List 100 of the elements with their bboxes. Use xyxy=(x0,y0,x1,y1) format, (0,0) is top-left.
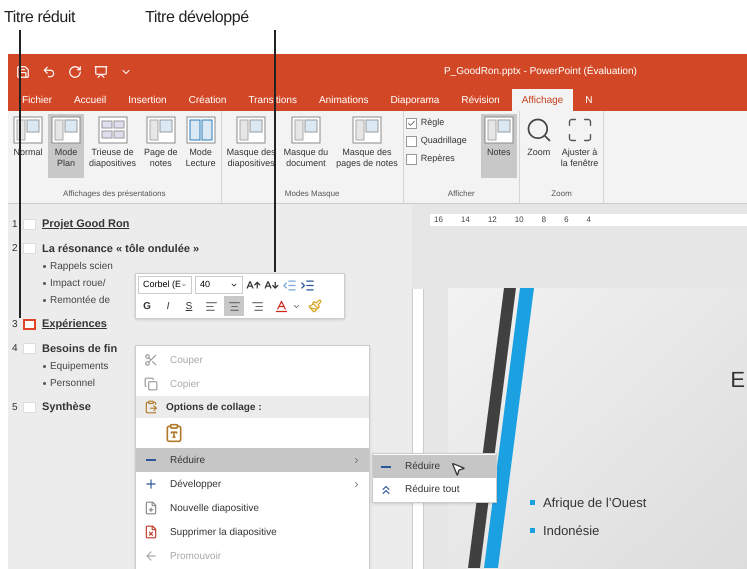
slide-number: 1 xyxy=(12,218,19,232)
slide-title[interactable]: Besoins de fin xyxy=(42,340,118,357)
ribbon-tab[interactable]: Diaporama xyxy=(380,89,450,111)
view-layout-icon xyxy=(290,116,321,144)
view-button[interactable]: Masque des pages de notes xyxy=(333,114,401,178)
ribbon-tab[interactable]: Révision xyxy=(451,89,510,111)
slide-number: 2 xyxy=(12,242,19,256)
check-icon xyxy=(406,118,416,128)
paintbrush-icon[interactable] xyxy=(308,299,322,313)
ruler-number: 16 xyxy=(434,214,443,226)
bullet-text[interactable]: Rappels scien xyxy=(50,259,113,274)
ribbon-tab[interactable]: Affichage xyxy=(512,89,574,111)
view-layout-icon xyxy=(236,116,266,144)
ruler-number: 4 xyxy=(586,214,591,226)
ribbon-tab[interactable]: Animations xyxy=(308,89,378,111)
group-label: Afficher xyxy=(446,188,476,200)
view-layout-icon xyxy=(146,116,176,144)
delete-slide-icon xyxy=(144,525,158,539)
menu-item[interactable]: Réduire xyxy=(136,448,369,472)
checkbox-option[interactable]: Quadrillage xyxy=(406,132,467,150)
slide-number: 4 xyxy=(12,342,19,356)
group-label: Zoom xyxy=(550,188,573,200)
ruler-number: 8 xyxy=(542,214,546,226)
view-layout-icon xyxy=(51,116,81,144)
bullet-text[interactable]: Equipements xyxy=(50,359,108,374)
ribbon-tab[interactable]: Création xyxy=(178,89,236,111)
minus-icon xyxy=(146,459,156,461)
slide-number: 5 xyxy=(12,400,19,415)
slide-title[interactable]: Synthèse xyxy=(42,399,91,416)
menu-item[interactable]: Supprimer la diapositive xyxy=(136,520,369,544)
undo-icon[interactable] xyxy=(42,64,56,78)
ruler-number: 12 xyxy=(488,214,497,226)
zoom-icon xyxy=(524,116,553,144)
menu-item[interactable]: Réduire xyxy=(373,455,496,478)
ribbon-tab[interactable]: Fichier xyxy=(12,89,62,111)
bullet-text[interactable]: Impact roue/ xyxy=(50,276,106,291)
align-icon xyxy=(204,300,218,312)
format-button[interactable]: I xyxy=(159,296,177,316)
view-button[interactable]: Mode Lecture xyxy=(182,114,219,178)
font-color-icon[interactable] xyxy=(274,298,289,314)
dropdown-icon xyxy=(230,281,238,289)
slide-title: E xyxy=(730,366,745,394)
bullet-text[interactable]: Personnel xyxy=(50,376,96,391)
view-layout-icon xyxy=(98,116,128,144)
ruler-number: 6 xyxy=(564,214,569,226)
callout-label: Titre réduit xyxy=(4,8,76,28)
view-button[interactable]: Notes xyxy=(480,114,517,178)
slide-title[interactable]: La résonance « tôle ondulée » xyxy=(42,240,200,257)
slide-title[interactable]: Expériences xyxy=(42,316,107,332)
increase-indent-icon[interactable] xyxy=(300,278,315,292)
view-button[interactable]: Masque du document xyxy=(280,114,332,178)
dropdown-icon xyxy=(181,281,187,289)
font-field[interactable]: Corbel (E xyxy=(138,276,192,294)
align-icon xyxy=(250,300,264,312)
mouse-cursor-icon xyxy=(450,461,466,477)
view-button[interactable]: Zoom xyxy=(522,114,556,178)
window-title: P_GoodRon.pptx - PowerPoint (Évaluation) xyxy=(444,64,637,79)
save-icon[interactable] xyxy=(16,64,30,78)
ribbon-tab[interactable]: Accueil xyxy=(64,89,116,111)
menu-header: Options de collage : xyxy=(136,396,369,418)
view-button[interactable]: Mode Plan xyxy=(48,114,84,178)
view-button[interactable]: Ajuster à la fenêtre xyxy=(558,114,602,178)
view-layout-icon xyxy=(186,116,216,144)
slide-title[interactable]: Projet Good Ron xyxy=(42,216,130,232)
checkbox-option[interactable]: Règle xyxy=(406,114,467,132)
ruler-number: 10 xyxy=(514,214,524,226)
redo-icon[interactable] xyxy=(68,64,82,78)
group-label: Affichages des présentations xyxy=(62,188,167,200)
scissors-icon xyxy=(144,353,158,367)
callout-label: Titre développé xyxy=(145,8,249,28)
format-button[interactable]: S xyxy=(180,296,198,316)
format-button[interactable]: G xyxy=(138,296,156,316)
size-field[interactable]: 40 xyxy=(195,276,243,294)
menu-item[interactable]: Développer xyxy=(136,472,369,496)
view-layout-icon xyxy=(352,116,382,144)
checkbox[interactable] xyxy=(406,118,417,128)
paste-text-only-icon[interactable] xyxy=(164,423,184,443)
slide-thumbnail[interactable] xyxy=(23,318,36,330)
menu-item[interactable]: Nouvelle diapositive xyxy=(136,496,369,520)
clipboard-icon xyxy=(144,400,158,414)
view-button[interactable]: Page de notes xyxy=(141,114,181,178)
slide-number: 3 xyxy=(12,318,19,332)
view-layout-icon xyxy=(484,116,514,144)
copy-icon xyxy=(144,377,158,391)
view-layout-icon xyxy=(13,116,43,144)
checkbox[interactable] xyxy=(406,154,417,164)
bullet-text: Indonésie xyxy=(543,522,600,540)
menu-item[interactable]: Réduire tout xyxy=(373,478,496,501)
checkbox-option[interactable]: Repères xyxy=(406,150,467,168)
new-slide-icon xyxy=(144,501,158,515)
checkbox[interactable] xyxy=(406,136,417,146)
minus-icon xyxy=(381,466,391,468)
align-icon xyxy=(228,300,240,312)
view-button[interactable]: Trieuse de diapositives xyxy=(86,114,140,178)
ribbon-tab[interactable]: N xyxy=(575,89,602,111)
slideshow-icon[interactable] xyxy=(94,64,108,78)
ruler-number: 14 xyxy=(460,214,470,226)
bullet-text: Afrique de l’Ouest xyxy=(543,494,646,512)
ribbon-tab[interactable]: Insertion xyxy=(118,89,177,111)
bullet-text[interactable]: Remontée de xyxy=(50,293,110,308)
